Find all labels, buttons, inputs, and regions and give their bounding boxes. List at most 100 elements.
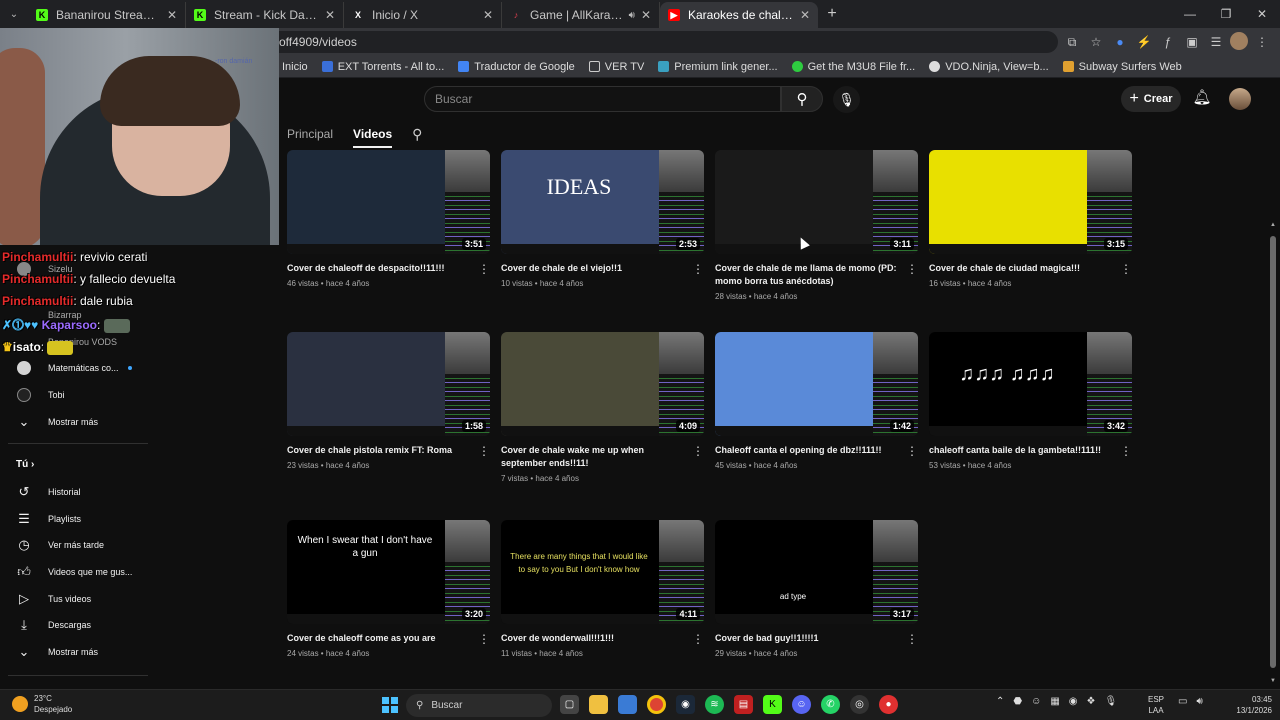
sidebar-show-more-you[interactable]: ⌄ Mostrar más [0, 640, 153, 664]
tray-app-icon[interactable]: ▦ [1050, 696, 1059, 707]
search-button[interactable]: ⚲ [781, 86, 823, 112]
window-close-icon[interactable]: ✕ [1244, 7, 1280, 21]
video-thumbnail[interactable]: 1:58 [287, 332, 490, 436]
menu-icon[interactable]: ⋮ [1252, 32, 1272, 52]
streaming-app-icon[interactable]: ▤ [734, 695, 753, 714]
cast-icon[interactable]: ⧉ [1062, 32, 1082, 52]
tab-bananirou-stream[interactable]: K Bananirou Stream - Watch Live ✕ [28, 2, 186, 28]
sidebar-show-more-subs[interactable]: ⌄ Mostrar más [0, 410, 153, 434]
tray-steam-icon[interactable]: ◉ [1069, 696, 1078, 707]
video-title[interactable]: Cover de chale de el viejo!!1 [501, 262, 686, 275]
scroll-down-icon[interactable]: ▼ [1270, 678, 1276, 684]
video-card[interactable]: ♫♫♫ ♫♫♫ 3:42 chaleoff canta baile de la ga… [929, 332, 1132, 520]
whatsapp-icon[interactable]: ✆ [821, 695, 840, 714]
maximize-icon[interactable]: ❐ [1208, 7, 1244, 21]
video-card[interactable]: When I swear that I don't have a gun 3:20… [287, 520, 490, 702]
video-card[interactable]: 4:09 Cover de chale wake me up when septe… [501, 332, 704, 520]
video-title[interactable]: Cover de chaleoff de despacito!!11!!! [287, 262, 472, 275]
bookmark-google-translate[interactable]: Traductor de Google [458, 61, 575, 73]
bookmark-ver-tv[interactable]: VER TV [588, 61, 644, 73]
video-thumbnail[interactable]: IDEAS 2:53 [501, 150, 704, 254]
windows-start-icon[interactable] [382, 697, 398, 713]
reading-list-icon[interactable]: ☰ [1206, 32, 1226, 52]
bookmark-vdo-ninja[interactable]: VDO.Ninja, View=b... [929, 61, 1049, 73]
file-explorer-icon[interactable] [589, 695, 608, 714]
video-title[interactable]: Cover de bad guy!!1!!!!1 [715, 632, 900, 645]
channel-search-icon[interactable]: ⚲ [412, 126, 422, 143]
video-title[interactable]: Cover de chale de me llama de momo (PD: … [715, 262, 900, 288]
video-thumbnail[interactable]: 3:15 [929, 150, 1132, 254]
more-actions-icon[interactable]: ⋮ [478, 444, 490, 458]
video-thumbnail[interactable]: 3:11 [715, 150, 918, 254]
more-actions-icon[interactable]: ⋮ [906, 632, 918, 646]
tab-kick-dashboard[interactable]: K Stream - Kick Dashboard ✕ [186, 2, 344, 28]
video-card[interactable]: 3:15 Cover de chale de ciudad magica!!! 16… [929, 150, 1132, 332]
sidebar-item-liked-videos[interactable]: 👍︎ Videos que me gus... [0, 560, 153, 584]
close-icon[interactable]: ✕ [800, 8, 810, 22]
sidebar-sub-tobi[interactable]: Tobi [0, 383, 153, 407]
video-title[interactable]: Cover de chale pistola remix FT: Roma [287, 444, 472, 457]
extension-icon[interactable]: ⚡ [1134, 32, 1154, 52]
account-avatar[interactable] [1229, 88, 1251, 110]
more-actions-icon[interactable]: ⋮ [1120, 262, 1132, 276]
video-title[interactable]: Cover de chale wake me up when september… [501, 444, 686, 470]
tray-app-icon[interactable]: ⬣ [1013, 696, 1022, 707]
obs-icon[interactable]: ◎ [850, 695, 869, 714]
create-button[interactable]: + Crear [1121, 86, 1181, 112]
scroll-up-icon[interactable]: ▲ [1270, 222, 1276, 228]
puzzle-icon[interactable]: ▣ [1182, 32, 1202, 52]
video-title[interactable]: Cover de wonderwall!!!1!!! [501, 632, 686, 645]
page-scrollbar[interactable] [1270, 236, 1276, 668]
voice-search-button[interactable]: 🎙︎ [833, 86, 860, 113]
video-thumbnail[interactable]: ad type 3:17 [715, 520, 918, 624]
bookmark-premium-link[interactable]: Premium link gener... [658, 61, 778, 73]
more-actions-icon[interactable]: ⋮ [906, 444, 918, 458]
close-icon[interactable]: ✕ [167, 8, 177, 22]
tab-videos[interactable]: Videos [353, 127, 393, 148]
video-card[interactable]: There are many things that I would like … [501, 520, 704, 702]
close-icon[interactable]: ✕ [483, 8, 493, 22]
video-card[interactable]: 1:58 Cover de chale pistola remix FT: Rom… [287, 332, 490, 520]
video-title[interactable]: Cover de chaleoff come as you are [287, 632, 472, 645]
tab-youtube-karaokes[interactable]: ▶ Karaokes de chaleoff - YouTube ✕ [660, 2, 818, 28]
search-input[interactable]: Buscar [424, 86, 781, 112]
video-title[interactable]: Cover de chale de ciudad magica!!! [929, 262, 1114, 275]
speaker-icon[interactable]: 🔊︎ [629, 10, 635, 21]
store-icon[interactable] [618, 695, 637, 714]
more-actions-icon[interactable]: ⋮ [1120, 444, 1132, 458]
new-tab-icon[interactable]: + [818, 5, 846, 23]
more-actions-icon[interactable]: ⋮ [478, 262, 490, 276]
video-thumbnail[interactable]: 4:09 [501, 332, 704, 436]
bookmark-star-icon[interactable]: ☆ [1086, 32, 1106, 52]
video-card[interactable]: 3:51 Cover de chaleoff de despacito!!11!!… [287, 150, 490, 332]
notifications-bell-icon[interactable]: 🔔︎ [1191, 88, 1213, 110]
steam-icon[interactable]: ◉ [676, 695, 695, 714]
close-icon[interactable]: ✕ [325, 8, 335, 22]
tab-principal[interactable]: Principal [287, 127, 333, 141]
video-card[interactable]: ad type 3:17 Cover de bad guy!!1!!!!1 29 vi… [715, 520, 918, 702]
video-card[interactable]: 3:11 Cover de chale de me llama de momo (… [715, 150, 918, 332]
video-card[interactable]: IDEAS 2:53 Cover de chale de el viejo!!1 10… [501, 150, 704, 332]
profile-avatar[interactable] [1230, 32, 1248, 50]
extension-icon[interactable]: ƒ [1158, 32, 1178, 52]
more-actions-icon[interactable]: ⋮ [692, 632, 704, 646]
video-thumbnail[interactable]: 1:42 [715, 332, 918, 436]
close-icon[interactable]: ✕ [641, 8, 651, 22]
taskbar-search[interactable]: ⚲ Buscar [406, 694, 552, 717]
sidebar-item-playlists[interactable]: ☰ Playlists [0, 507, 153, 531]
sidebar-section-you[interactable]: Tú › [16, 459, 34, 470]
video-thumbnail[interactable]: When I swear that I don't have a gun 3:20 [287, 520, 490, 624]
more-actions-icon[interactable]: ⋮ [692, 444, 704, 458]
tab-x-home[interactable]: X Inicio / X ✕ [344, 2, 502, 28]
video-title[interactable]: chaleoff canta baile de la gambeta!!111!… [929, 444, 1114, 457]
sidebar-item-watch-later[interactable]: ◷ Ver más tarde [0, 533, 153, 557]
discord-icon[interactable]: ☺ [792, 695, 811, 714]
bookmark-ext-torrents[interactable]: EXT Torrents - All to... [321, 61, 444, 73]
more-actions-icon[interactable]: ⋮ [478, 632, 490, 646]
tray-mic-icon[interactable]: 🎙︎ [1105, 696, 1118, 707]
video-thumbnail[interactable]: ♫♫♫ ♫♫♫ 3:42 [929, 332, 1132, 436]
bookmark-subway-surfers[interactable]: Subway Surfers Web [1062, 61, 1182, 73]
minimize-icon[interactable]: — [1172, 7, 1208, 21]
video-thumbnail[interactable]: 3:51 [287, 150, 490, 254]
extension-icon[interactable]: ● [1110, 32, 1130, 52]
